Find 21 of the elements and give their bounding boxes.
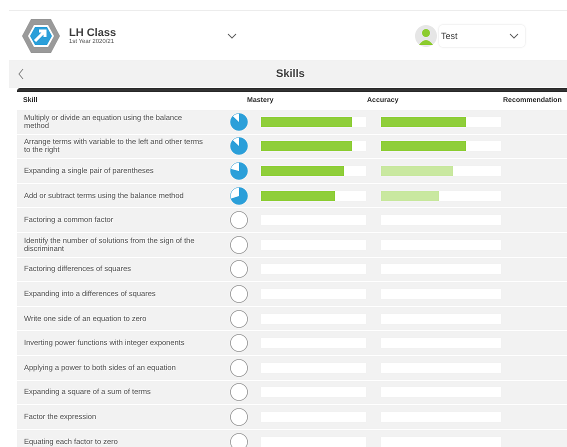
class-name: LH Class [69, 26, 118, 38]
progress-pie-icon [230, 236, 248, 254]
progress-pie-icon [230, 162, 248, 180]
progress-pie-icon [230, 284, 248, 303]
progress-pie-icon [230, 358, 248, 377]
progress-pie-icon [230, 310, 248, 328]
page-title: Skills [276, 68, 305, 80]
progress-pie-icon [230, 211, 248, 230]
chevron-down-icon[interactable] [509, 32, 519, 38]
progress-pie-icon [230, 334, 248, 352]
progress-pie-icon [230, 112, 248, 131]
progress-pie-icon [230, 186, 248, 205]
user-dropdown[interactable]: Test [439, 24, 525, 46]
progress-pie-icon [230, 383, 248, 402]
progress-pie-icon [230, 408, 248, 426]
back-icon[interactable] [18, 68, 24, 80]
progress-pie-icon [230, 137, 248, 156]
logo-icon [21, 18, 61, 54]
avatar-icon [415, 24, 437, 46]
chevron-down-icon[interactable] [227, 32, 237, 38]
progress-pie-icon [230, 260, 248, 278]
